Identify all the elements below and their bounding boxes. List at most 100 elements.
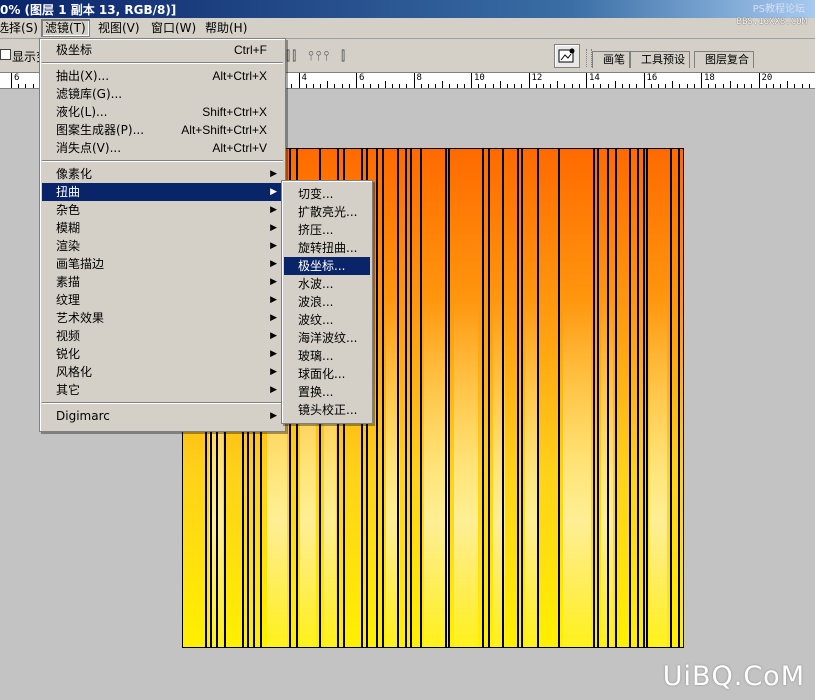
ruler-minor-tick xyxy=(463,84,465,88)
distort-menu-item[interactable]: 挤压... xyxy=(284,221,370,239)
filter-menu-item[interactable]: 素描 ▶ xyxy=(42,273,283,291)
submenu-arrow-icon: ▶ xyxy=(270,411,277,421)
submenu-arrow-icon: ▶ xyxy=(270,187,277,197)
menu-filter[interactable]: 滤镜(T) xyxy=(41,19,90,37)
show-transform-checkbox[interactable] xyxy=(0,49,11,60)
filter-menu-item-label: 渲染 xyxy=(56,239,81,253)
filter-menu-item[interactable]: 模糊 ▶ xyxy=(42,219,283,237)
distort-menu-item[interactable]: 波浪... xyxy=(284,293,370,311)
filter-menu-item-label: 像素化 xyxy=(56,167,93,181)
ruler-label: 16 xyxy=(646,73,658,83)
ruler-label: 10 xyxy=(474,73,485,83)
ruler-minor-tick xyxy=(384,81,386,88)
filter-menu-item[interactable]: 扭曲 ▶ xyxy=(42,183,283,201)
ruler-minor-tick xyxy=(801,84,803,88)
filter-menu-item-label: 模糊 xyxy=(56,221,81,235)
tab-brushes[interactable]: 画笔 xyxy=(592,51,630,68)
canvas-stripe xyxy=(537,149,539,647)
distort-menu-item[interactable]: 镜头校正... xyxy=(284,401,370,419)
distort-menu-item[interactable]: 水波... xyxy=(284,275,370,293)
canvas-stripe xyxy=(637,149,639,647)
distort-menu-item[interactable]: 波纹... xyxy=(284,311,370,329)
canvas-stripe xyxy=(615,149,617,647)
distort-menu-item[interactable]: 切变... xyxy=(284,185,370,203)
filter-menu-item[interactable]: 图案生成器(P)... Alt+Shift+Ctrl+X xyxy=(42,121,283,139)
canvas-stripe xyxy=(646,149,648,647)
canvas-stripe xyxy=(670,149,672,647)
filter-menu-item-label: 素描 xyxy=(56,275,81,289)
ruler-major-tick xyxy=(11,73,12,88)
ruler-minor-tick xyxy=(542,84,544,88)
ruler-minor-tick xyxy=(765,84,767,88)
distort-menu-item[interactable]: 旋转扭曲... xyxy=(284,239,370,257)
ruler-minor-tick xyxy=(787,81,789,88)
menu-view[interactable]: 视图(V) xyxy=(95,20,143,36)
filter-menu-item-label: 视频 xyxy=(56,329,81,343)
filter-menu-item[interactable]: 锐化 ▶ xyxy=(42,345,283,363)
filter-menu-item[interactable]: 抽出(X)... Alt+Ctrl+X xyxy=(42,67,283,85)
filter-menu-item[interactable]: 画笔描边 ▶ xyxy=(42,255,283,273)
filter-menu-item[interactable]: 艺术效果 ▶ xyxy=(42,309,283,327)
tab-layer-comps[interactable]: 图层复合 xyxy=(694,51,754,68)
distort-menu-item[interactable]: 极坐标... xyxy=(284,257,370,275)
canvas-stripe xyxy=(448,149,450,647)
submenu-arrow-icon: ▶ xyxy=(270,295,277,305)
ruler-minor-tick xyxy=(564,84,566,88)
filter-menu-item-label: 杂色 xyxy=(56,203,81,217)
menu-separator xyxy=(42,402,283,404)
distort-menu-item[interactable]: 球面化... xyxy=(284,365,370,383)
ruler-minor-tick xyxy=(435,84,437,88)
filter-menu-item[interactable]: 液化(L)... Shift+Ctrl+X xyxy=(42,103,283,121)
shortcut-label: Alt+Ctrl+X xyxy=(212,69,267,83)
filter-menu-item-label: 艺术效果 xyxy=(56,311,105,325)
filter-menu-item-label: 扭曲 xyxy=(56,185,81,199)
filter-menu-item[interactable]: 杂色 ▶ xyxy=(42,201,283,219)
distort-menu-item-label: 玻璃... xyxy=(298,349,334,363)
menu-select[interactable]: 选择(S) xyxy=(0,20,41,36)
image-icon xyxy=(558,48,575,63)
site-watermark-top: PS教程论坛 xyxy=(752,4,805,15)
ruler-minor-tick xyxy=(485,84,487,88)
ruler-label: 20 xyxy=(761,73,773,83)
canvas-stripe xyxy=(521,149,523,647)
filter-menu-item[interactable]: 像素化 ▶ xyxy=(42,165,283,183)
ruler-major-tick xyxy=(701,73,702,88)
filter-menu-item[interactable]: 其它 ▶ xyxy=(42,381,283,399)
distort-menu-item[interactable]: 扩散亮光... xyxy=(284,203,370,221)
shortcut-label: Ctrl+F xyxy=(234,43,267,57)
filter-menu-item[interactable]: 渲染 ▶ xyxy=(42,237,283,255)
ruler-minor-tick xyxy=(550,84,552,88)
filter-menu-item-label: 风格化 xyxy=(56,365,93,379)
ruler-minor-tick xyxy=(478,84,480,88)
ruler-minor-tick xyxy=(672,81,674,88)
filter-menu-item[interactable]: 极坐标 Ctrl+F xyxy=(42,41,283,59)
canvas-stripe xyxy=(502,149,504,647)
distort-menu-item-label: 海洋波纹... xyxy=(298,331,358,345)
distort-menu-item[interactable]: 置换... xyxy=(284,383,370,401)
ruler-minor-tick xyxy=(506,84,508,88)
filter-menu-item-label: 画笔描边 xyxy=(56,257,105,271)
ruler-minor-tick xyxy=(312,84,314,88)
submenu-arrow-icon: ▶ xyxy=(270,259,277,269)
filter-menu-item[interactable]: 纹理 ▶ xyxy=(42,291,283,309)
submenu-arrow-icon: ▶ xyxy=(270,385,277,395)
filter-menu-item[interactable]: Digimarc ▶ xyxy=(42,407,283,425)
tab-tool-presets[interactable]: 工具预设 xyxy=(630,51,690,68)
ruler-minor-tick xyxy=(406,84,408,88)
filter-menu-item[interactable]: 滤镜库(G)... xyxy=(42,85,283,103)
menu-window[interactable]: 窗口(W) xyxy=(148,20,199,36)
filter-menu-item[interactable]: 消失点(V)... Alt+Ctrl+V xyxy=(42,139,283,157)
distort-menu-item[interactable]: 玻璃... xyxy=(284,347,370,365)
ruler-minor-tick xyxy=(629,84,631,88)
canvas-stripe xyxy=(558,149,560,647)
distort-menu-item[interactable]: 海洋波纹... xyxy=(284,329,370,347)
filter-menu-item-label: 滤镜库(G)... xyxy=(56,87,123,101)
distribute-icons[interactable]: ⫿⫿ ⫯⫯⫯ ⫿ xyxy=(286,49,347,64)
menu-help[interactable]: 帮助(H) xyxy=(202,20,250,36)
ruler-major-tick xyxy=(586,73,587,88)
filter-menu-item[interactable]: 风格化 ▶ xyxy=(42,363,283,381)
ruler-minor-tick xyxy=(693,84,695,88)
ruler-minor-tick xyxy=(305,84,307,88)
filter-menu-item[interactable]: 视频 ▶ xyxy=(42,327,283,345)
navigator-button[interactable] xyxy=(554,44,580,68)
